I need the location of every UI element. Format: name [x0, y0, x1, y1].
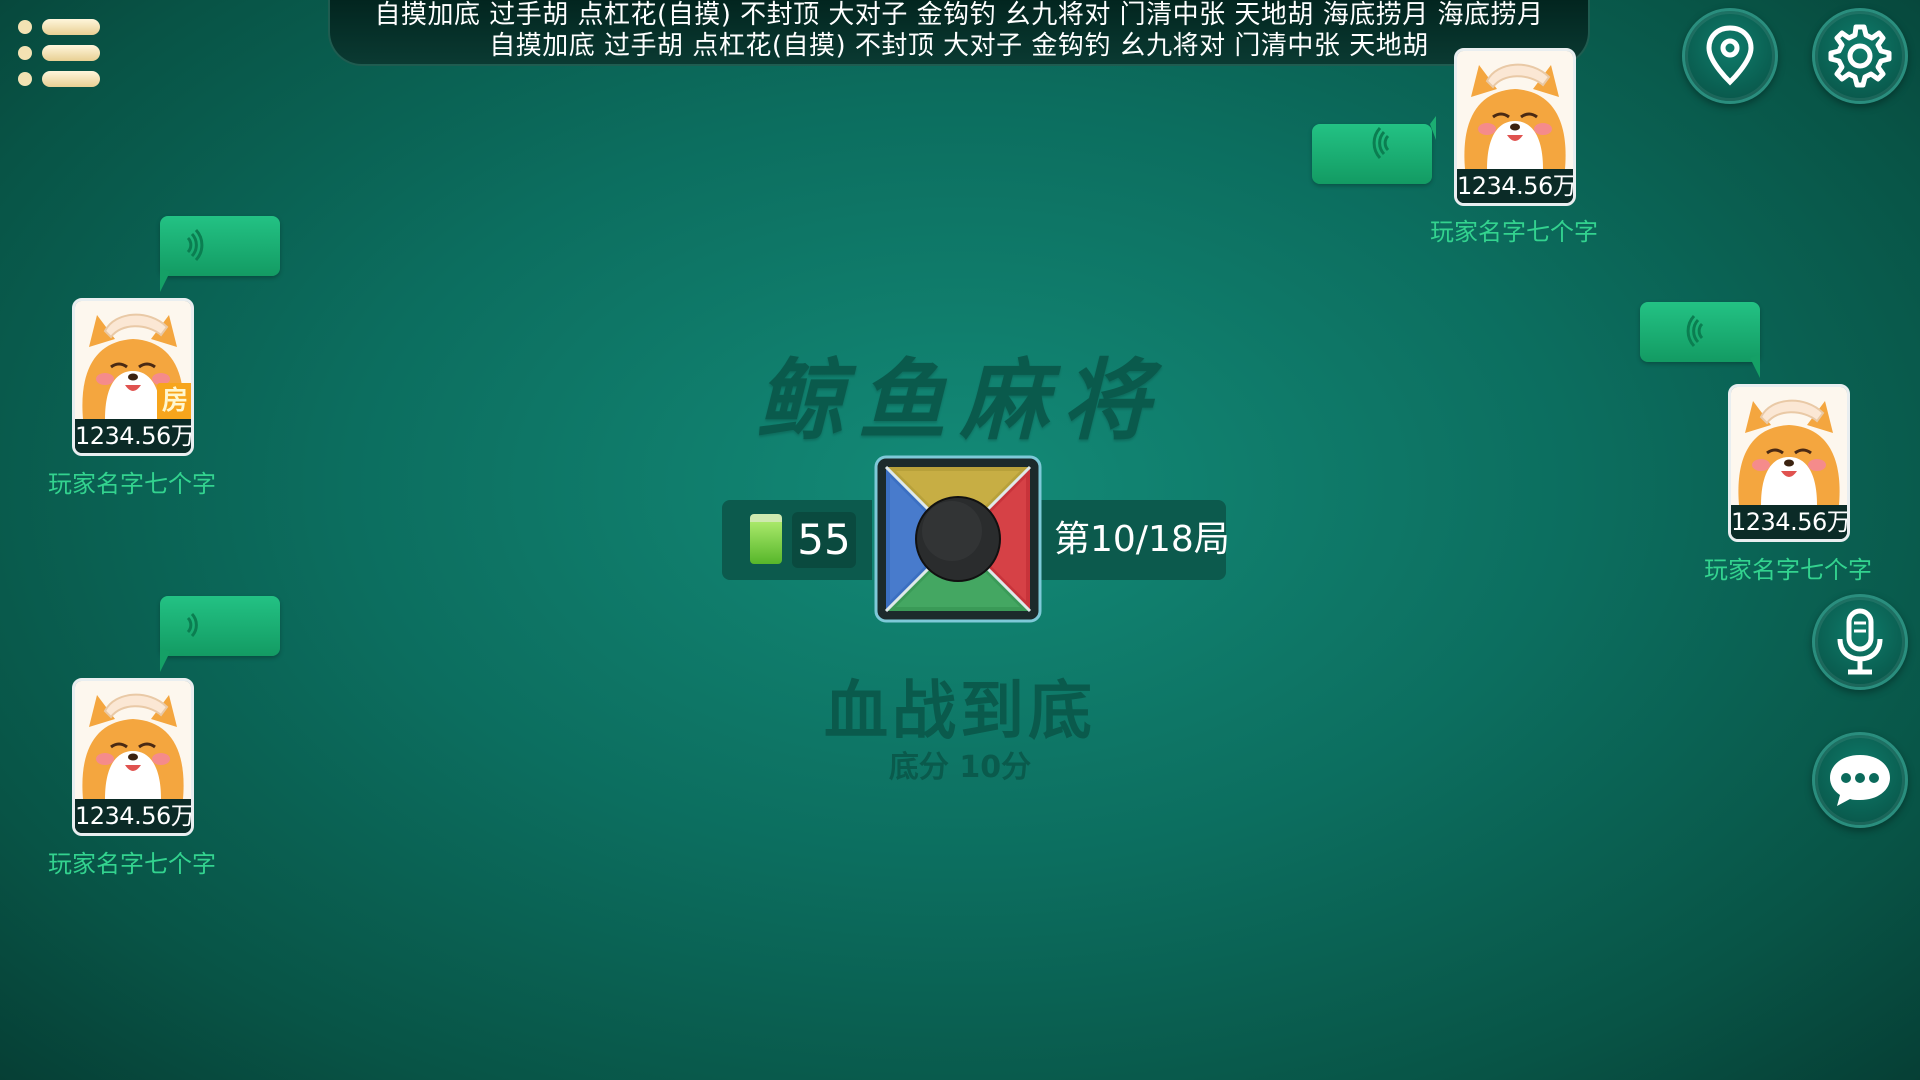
- tiles-remaining-count: 55: [792, 512, 856, 568]
- tiles-remaining-panel: 55: [722, 500, 872, 580]
- round-panel: 第10/18局: [1040, 500, 1230, 580]
- settings-button[interactable]: [1812, 8, 1908, 104]
- voice-message-bubble-top[interactable]: [1312, 116, 1436, 184]
- location-pin-icon: [1706, 25, 1754, 86]
- player-name: 玩家名字七个字: [1430, 218, 1598, 246]
- avatar-image: [1731, 387, 1847, 505]
- mahjong-tile-icon: [750, 514, 782, 564]
- round-counter: 第10/18局: [1054, 519, 1230, 560]
- location-button[interactable]: [1682, 8, 1778, 104]
- game-mode-title: 血战到底: [824, 675, 1096, 749]
- chat-button[interactable]: [1812, 732, 1908, 828]
- voice-button[interactable]: [1812, 594, 1908, 690]
- avatar[interactable]: 1234.56万: [1454, 48, 1576, 206]
- rules-line-1: 自摸加底 过手胡 点杠花(自摸) 不封顶 大对子 金钩钓 幺九将对 门清中张 天…: [374, 0, 1544, 30]
- avatar[interactable]: 1234.56万: [1728, 384, 1850, 542]
- player-left-host[interactable]: 房 1234.56万 玩家名字七个字: [42, 298, 222, 498]
- voice-message-bubble-left-1[interactable]: [160, 216, 280, 292]
- player-score: 1234.56万: [75, 799, 191, 833]
- player-name: 玩家名字七个字: [1704, 556, 1872, 584]
- player-left-bottom[interactable]: 1234.56万 玩家名字七个字: [42, 678, 222, 878]
- rules-banner: 自摸加底 过手胡 点杠花(自摸) 不封顶 大对子 金钩钓 幺九将对 门清中张 天…: [328, 0, 1590, 66]
- player-score: 1234.56万: [1457, 169, 1573, 203]
- player-name: 玩家名字七个字: [48, 470, 216, 498]
- direction-compass: [874, 455, 1042, 623]
- player-score: 1234.56万: [75, 419, 191, 453]
- host-badge: 房: [157, 383, 191, 419]
- avatar-image: [1457, 51, 1573, 169]
- voice-message-bubble-right[interactable]: [1640, 302, 1760, 378]
- player-score: 1234.56万: [1731, 505, 1847, 539]
- gear-icon: [1828, 24, 1892, 88]
- avatar[interactable]: 房 1234.56万: [72, 298, 194, 456]
- avatar[interactable]: 1234.56万: [72, 678, 194, 836]
- voice-message-bubble-left-2[interactable]: [160, 596, 280, 672]
- player-right[interactable]: 1234.56万 玩家名字七个字: [1698, 384, 1878, 584]
- chat-bubble-icon: [1830, 755, 1890, 806]
- player-top[interactable]: 1234.56万 玩家名字七个字: [1424, 48, 1604, 248]
- avatar-image: [75, 681, 191, 799]
- player-name: 玩家名字七个字: [48, 850, 216, 878]
- base-score: 底分 10分: [888, 750, 1032, 785]
- game-title: 鲸鱼麻将: [755, 348, 1164, 452]
- rules-line-2: 自摸加底 过手胡 点杠花(自摸) 不封顶 大对子 金钩钓 幺九将对 门清中张 天…: [489, 31, 1429, 61]
- menu-button[interactable]: [18, 18, 102, 94]
- microphone-icon: [1837, 608, 1883, 675]
